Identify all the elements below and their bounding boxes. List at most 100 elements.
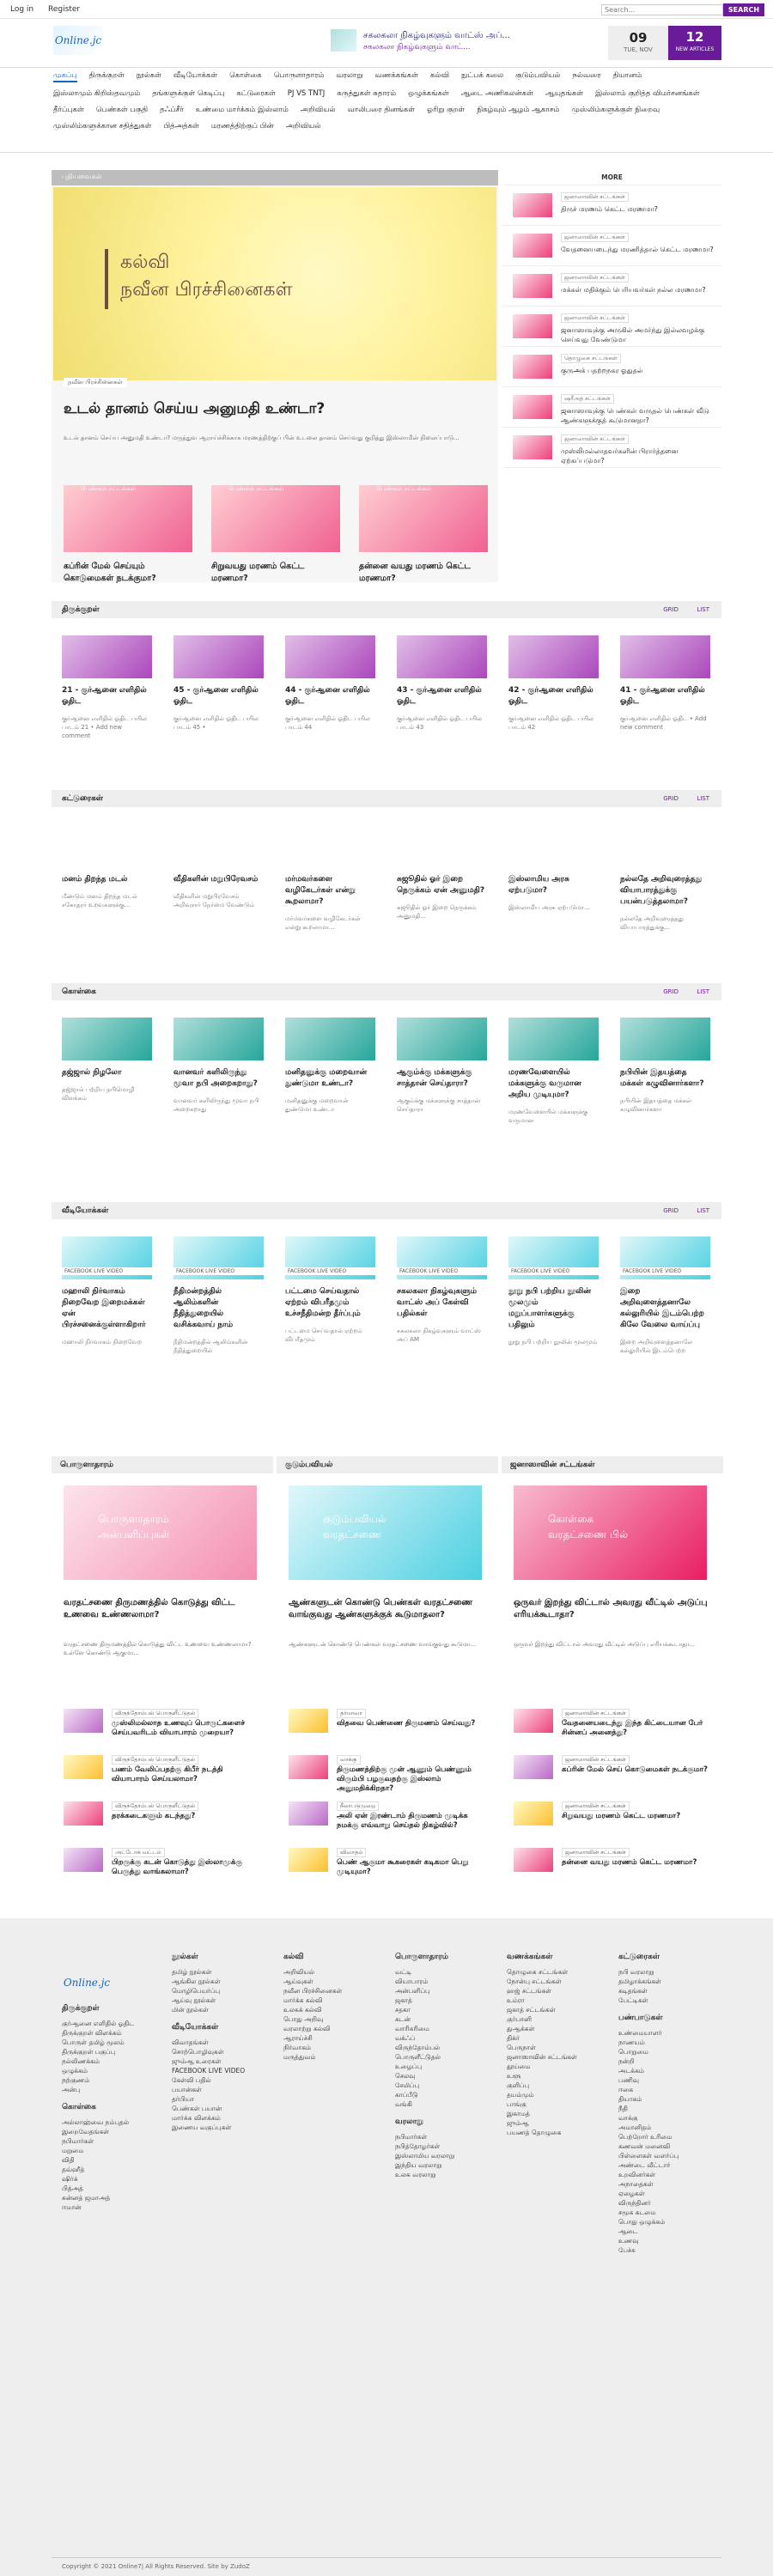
grid-toggle[interactable]: GRID <box>663 1207 679 1214</box>
footer-link[interactable]: உலக வரலாறு <box>395 2170 496 2179</box>
list-item-thumbnail[interactable] <box>514 1755 553 1779</box>
nav-item[interactable]: உண்மை மார்க்கம் இஸ்லாம் <box>196 106 289 115</box>
footer-link[interactable]: சேமிப்பு <box>395 2081 496 2090</box>
section-card[interactable]: 21 - குர்ஆனை எளிதில் ஓதிட குர்ஆனை எளிதில்… <box>62 635 152 764</box>
nav-item[interactable]: திருக்குறள் <box>89 71 125 81</box>
section-card[interactable]: FACEBOOK LIVE VIDEO நூறு நபி பற்றிய நூலின… <box>508 1236 599 1365</box>
register-link[interactable]: Register <box>48 5 80 14</box>
list-item-thumbnail[interactable] <box>289 1801 328 1826</box>
sidebar-item-title[interactable]: குருஅக் பதற்றநகர ஓதுதல் <box>561 366 715 375</box>
card-image[interactable] <box>397 824 487 867</box>
footer-link[interactable]: குர்ஆனை எளிதில் ஓதிட <box>62 2019 163 2028</box>
sidebar-item-thumbnail[interactable] <box>513 234 552 258</box>
list-item-category[interactable]: ஜனாஸாவின் சட்டங்கள் <box>562 1755 630 1765</box>
footer-link[interactable]: பொது அறிவு <box>283 2014 385 2024</box>
footer-link[interactable]: பாங்கு <box>507 2099 608 2109</box>
column-list-item[interactable]: விருந்தோம்பல் பொருளீட்டுதல் முஸ்லிமல்லாத … <box>64 1709 270 1743</box>
nav-item[interactable]: ஒழுக்கங்கள் <box>408 89 449 99</box>
card-image[interactable] <box>62 635 152 678</box>
footer-link[interactable]: ஆய்வு நூல்கள் <box>172 1996 273 2005</box>
card-image[interactable] <box>397 1018 487 1060</box>
nav-item[interactable]: கல்வி <box>430 71 449 81</box>
footer-link[interactable]: காப்பீடு <box>395 2090 496 2099</box>
list-item-category[interactable]: ஜனாஸாவின் சட்டங்கள் <box>562 1801 630 1811</box>
nav-item[interactable]: நிகழ்வும் ஆழம் ஆகாசம் <box>477 106 559 115</box>
section-card[interactable]: ஆகும்க்கு மக்களுக்கு சாத்தான் செய்தாரா? ஆ… <box>397 1018 487 1146</box>
footer-link[interactable]: கேள்வி பதில் <box>172 2075 273 2085</box>
footer-link[interactable]: இந்திய வரலாறு <box>395 2160 496 2170</box>
list-item-title[interactable]: தரக்கடைகளும் கடந்தது? <box>112 1812 258 1821</box>
nav-item[interactable]: தங்களுக்குள் கெடிப்பு <box>152 89 224 99</box>
section-card[interactable]: FACEBOOK LIVE VIDEO பட்டமை செய்வதால் ஏற்ற… <box>285 1236 375 1365</box>
nav-item[interactable]: குடும்பவியல் <box>515 71 560 81</box>
card-title[interactable]: மனிதனுக்கு மறைவான் துண்டுமா உண்டா? <box>285 1067 375 1090</box>
list-item-title[interactable]: சிறுவயது மரணம் கெட்ட மரணமா? <box>562 1812 708 1821</box>
nav-item[interactable]: நுட்பக் கலை <box>461 71 503 81</box>
card-title[interactable]: 43 - குர்ஆனை எளிதில் ஓதிட <box>397 685 487 708</box>
column-image[interactable]: கொள்கை வரதட்சணை பில் <box>514 1485 707 1580</box>
footer-link[interactable]: வட்டி <box>395 1967 496 1977</box>
section-title[interactable]: கொள்கை <box>62 987 96 997</box>
card-image[interactable]: FACEBOOK LIVE VIDEO <box>62 1236 152 1279</box>
footer-column-heading[interactable]: வரலாறு <box>395 2117 496 2127</box>
card-image[interactable] <box>173 635 264 678</box>
card-title[interactable]: மரணவேளையில் மக்களுக்கு வருமான அறிய முடிய… <box>508 1067 599 1101</box>
card-title[interactable]: பட்டமை செய்வதால் ஏற்றம் விபரீதமும் உச்சந… <box>285 1286 375 1320</box>
card-image[interactable] <box>285 635 375 678</box>
column-lead-title[interactable]: ஆண்களுடன் கொண்டு பெண்கள் வரதட்சணை வாங்கு… <box>289 1597 486 1621</box>
column-image[interactable]: குடும்பவியல் வரதட்சணை <box>289 1485 482 1580</box>
footer-link[interactable]: ஜும்ஆ உரைகள் <box>172 2057 273 2066</box>
footer-link[interactable]: மறுமை <box>62 2146 163 2155</box>
column-lead-title[interactable]: வரதட்சணை திருமணத்தில் கொடுத்து விட்ட உணவ… <box>64 1597 261 1621</box>
column-title[interactable]: பொருளாதாரம் <box>60 1461 113 1470</box>
footer-link[interactable]: சதகா <box>395 2005 496 2014</box>
footer-link[interactable]: அடக்கம் <box>618 2066 720 2075</box>
footer-link[interactable]: பெருநாள் <box>507 2043 608 2052</box>
card-title[interactable]: 45 - குர்ஆனை எளிதில் ஓதிட <box>173 685 264 708</box>
section-card[interactable]: சுஜூதில் ஓர் இறை நெருக்கம் ஏன் அனுமதி? சு… <box>397 824 487 953</box>
card-image[interactable]: FACEBOOK LIVE VIDEO <box>620 1236 710 1279</box>
nav-item[interactable]: கட்டுரைகள் <box>236 89 275 99</box>
list-item-thumbnail[interactable] <box>514 1801 553 1826</box>
footer-link[interactable]: தியாகம் <box>618 2094 720 2104</box>
list-item-thumbnail[interactable] <box>514 1709 553 1733</box>
list-item-title[interactable]: வேதனையடைந்து இந்த கிட்டையான பேர் சின்னப்… <box>562 1719 708 1738</box>
sidebar-item[interactable]: ஜனாஸாவின் சட்டங்கள் ஜனாஸாவுக்கு அருகில் அ… <box>502 307 721 347</box>
nav-item[interactable]: தியானம் <box>613 71 642 81</box>
column-list-item[interactable]: ஜனாஸாவின் சட்டங்கள் வேதனையடைந்து இந்த கிட… <box>514 1709 720 1743</box>
footer-link[interactable]: ஜும்ஆ <box>507 2118 608 2128</box>
card-image[interactable] <box>620 635 710 678</box>
list-item-title[interactable]: தன்னை வயது மரணம் கெட்ட மரணமா? <box>562 1858 708 1868</box>
footer-link[interactable]: பேட்டிகள் <box>618 1996 720 2005</box>
footer-link[interactable]: உலகக் கல்வி <box>283 2005 385 2014</box>
card-title[interactable]: நல்லதே அறிவுரைத்தது வியாபாரத்துக்கு பயன்… <box>620 874 710 908</box>
card-title[interactable]: மஹாலி நிர்வாகம் நிறைவேற இறைமக்கள் ஏன் பி… <box>62 1286 152 1331</box>
nav-item[interactable]: முகப்பு <box>53 71 77 82</box>
footer-link[interactable]: இகாமத் <box>507 2109 608 2118</box>
featured-category[interactable]: நவீன பிரச்சினைகள் <box>64 378 127 387</box>
footer-link[interactable]: பணிவு <box>618 2075 720 2085</box>
card-image[interactable] <box>62 1018 152 1060</box>
footer-link[interactable]: உறவினர்கள் <box>618 2170 720 2179</box>
footer-link[interactable]: பிள்ளைகள் வளர்ப்பு <box>618 2151 720 2160</box>
list-toggle[interactable]: LIST <box>697 988 709 995</box>
sidebar-item-category[interactable]: ஜனாஸாவின் சட்டங்கள் <box>561 233 629 242</box>
card-title[interactable]: சுஜூதில் ஓர் இறை நெருக்கம் ஏன் அனுமதி? <box>397 874 487 896</box>
section-card[interactable]: மனிதனுக்கு மறைவான் துண்டுமா உண்டா? மனிதனு… <box>285 1018 375 1146</box>
card-title[interactable]: 21 - குர்ஆனை எளிதில் ஓதிட <box>62 685 152 708</box>
footer-link[interactable]: தூய்மை <box>507 2062 608 2071</box>
card-title[interactable]: 42 - குர்ஆனை எளிதில் ஓதிட <box>508 685 599 708</box>
footer-link[interactable]: உண்மையாளர் <box>618 2028 720 2038</box>
sidebar-item-category[interactable]: ஜனாஸாவின் சட்டங்கள் <box>561 313 629 323</box>
footer-link[interactable]: குளிப்பு <box>507 2081 608 2090</box>
footer-link[interactable]: இணைய வகுப்புகள் <box>172 2123 273 2132</box>
footer-link[interactable]: ஜகாத் சட்டங்கள் <box>507 2005 608 2014</box>
footer-link[interactable]: அநாதைகள் <box>618 2179 720 2189</box>
list-item-category[interactable]: விவாதம் <box>337 1848 367 1857</box>
nav-item[interactable]: முஸ்லிம்களுக்கான சதித்துகள் <box>53 122 151 131</box>
footer-link[interactable]: ஆய்வுகள் <box>283 1977 385 1986</box>
search-input[interactable]: Search... <box>601 4 723 15</box>
sidebar-item-category[interactable]: ஜனாஸாவின் சட்டங்கள் <box>561 434 629 444</box>
nav-item[interactable]: கொள்கை <box>229 71 262 81</box>
footer-link[interactable]: ஆங்கில நூல்கள் <box>172 1977 273 1986</box>
